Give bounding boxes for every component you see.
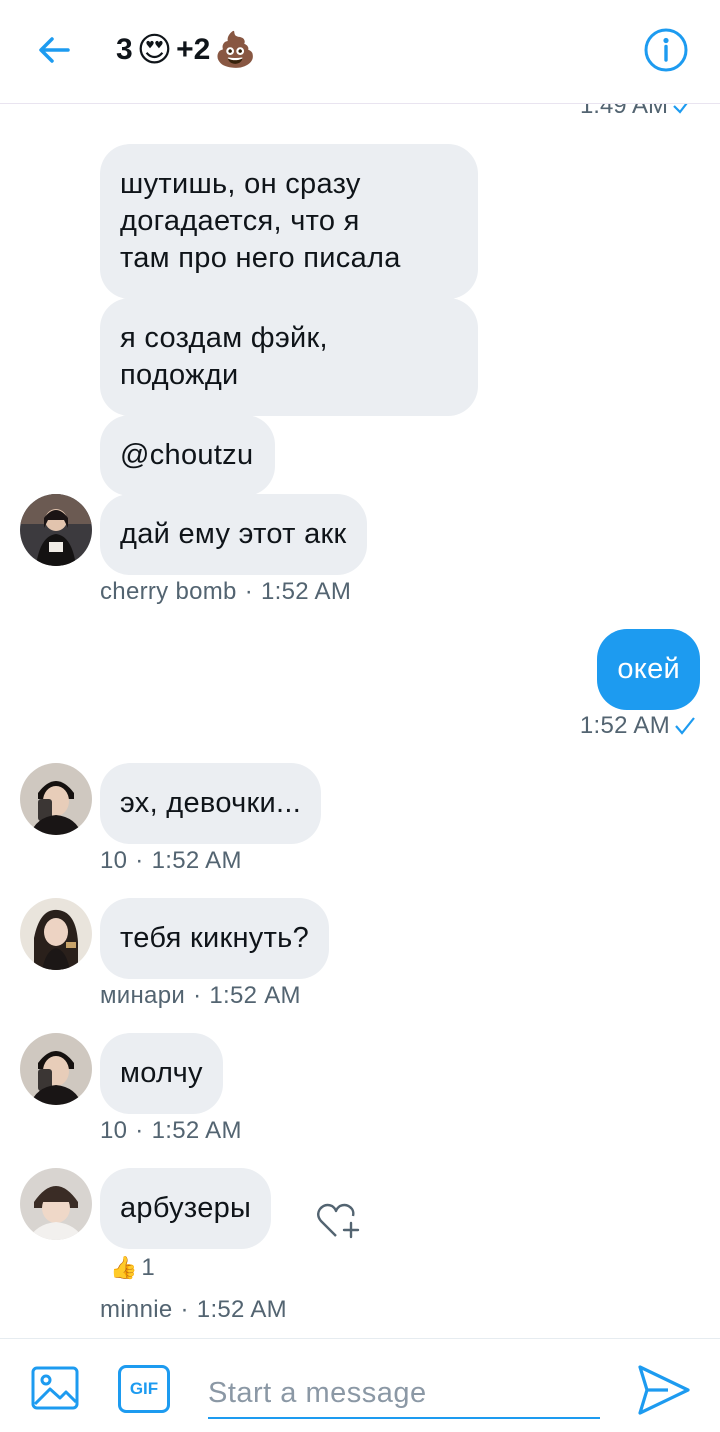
message-meta: 10 · 1:52 AM: [100, 1117, 242, 1145]
add-reaction-button[interactable]: [314, 1196, 362, 1244]
title-prefix: 3: [116, 33, 133, 66]
author-name[interactable]: 10: [100, 847, 127, 874]
separator: ·: [193, 982, 202, 1009]
avatar[interactable]: [20, 898, 92, 970]
heart-eyes-emoji: 😍: [136, 30, 173, 70]
gif-button[interactable]: GIF: [118, 1365, 170, 1413]
image-icon: [31, 1366, 79, 1410]
avatar-image: [20, 1033, 92, 1105]
heart-plus-icon: [317, 1203, 360, 1239]
outgoing-message-bubble[interactable]: окей: [597, 629, 700, 710]
check-icon: [675, 717, 695, 735]
message-bubble[interactable]: я создам фэйк, подожди: [100, 298, 478, 416]
conversation-header: 3 😍 +2 💩: [0, 0, 720, 104]
conversation-title[interactable]: 3 😍 +2 💩: [116, 28, 257, 72]
back-button[interactable]: [30, 26, 78, 74]
message-input[interactable]: [208, 1369, 600, 1419]
avatar[interactable]: [20, 1033, 92, 1105]
avatar-image: [20, 898, 92, 970]
message-time: 1:52 AM: [196, 1296, 287, 1323]
message-meta: минари · 1:52 AM: [100, 982, 301, 1010]
avatar[interactable]: [20, 1168, 92, 1240]
info-button[interactable]: [642, 26, 690, 74]
message-meta: minnie · 1:52 AM: [100, 1296, 287, 1324]
separator: ·: [244, 578, 253, 605]
avatar-image: [20, 763, 92, 835]
send-button[interactable]: [634, 1361, 692, 1419]
avatar[interactable]: [20, 763, 92, 835]
message-bubble[interactable]: шутишь, он сразу догадается, что я там п…: [100, 144, 478, 299]
avatar[interactable]: [20, 494, 92, 566]
message-meta: 10 · 1:52 AM: [100, 847, 242, 875]
message-bubble[interactable]: дай ему этот акк: [100, 494, 367, 575]
thumbs-up-emoji: 👍: [110, 1255, 138, 1281]
send-icon: [638, 1365, 690, 1415]
info-icon: [644, 28, 688, 72]
reaction-badge[interactable]: 👍 1: [110, 1254, 155, 1282]
message-time: 1:52 AM: [260, 578, 352, 605]
message-bubble[interactable]: эх, девочки...: [100, 763, 322, 844]
message-time: 1:52 AM: [209, 982, 301, 1009]
avatar-image: [20, 494, 92, 566]
separator: ·: [180, 1296, 189, 1323]
title-middle: +2: [176, 33, 211, 66]
arrow-left-icon: [39, 37, 70, 63]
avatar-image: [20, 1168, 92, 1240]
author-name[interactable]: minnie: [100, 1296, 173, 1323]
media-button[interactable]: [30, 1363, 80, 1413]
separator: ·: [135, 1117, 144, 1144]
message-time: 1:52 AM: [579, 712, 670, 739]
message-bubble[interactable]: @choutzu: [100, 415, 276, 496]
message-bubble[interactable]: арбузеры: [100, 1168, 272, 1249]
author-name[interactable]: 10: [100, 1117, 127, 1144]
message-composer: GIF: [0, 1338, 720, 1432]
message-meta: cherry bomb · 1:52 AM: [100, 578, 351, 606]
message-time: 1:52 AM: [151, 847, 242, 874]
poop-emoji: 💩: [214, 30, 257, 70]
reaction-count: 1: [141, 1254, 155, 1281]
message-meta: 1:52 AM: [580, 712, 696, 740]
author-name[interactable]: минари: [100, 982, 185, 1009]
message-bubble[interactable]: молчу: [100, 1033, 223, 1114]
message-time: 1:52 AM: [151, 1117, 242, 1144]
author-name[interactable]: cherry bomb: [100, 578, 237, 605]
separator: ·: [135, 847, 144, 874]
message-bubble[interactable]: тебя кикнуть?: [100, 898, 330, 979]
